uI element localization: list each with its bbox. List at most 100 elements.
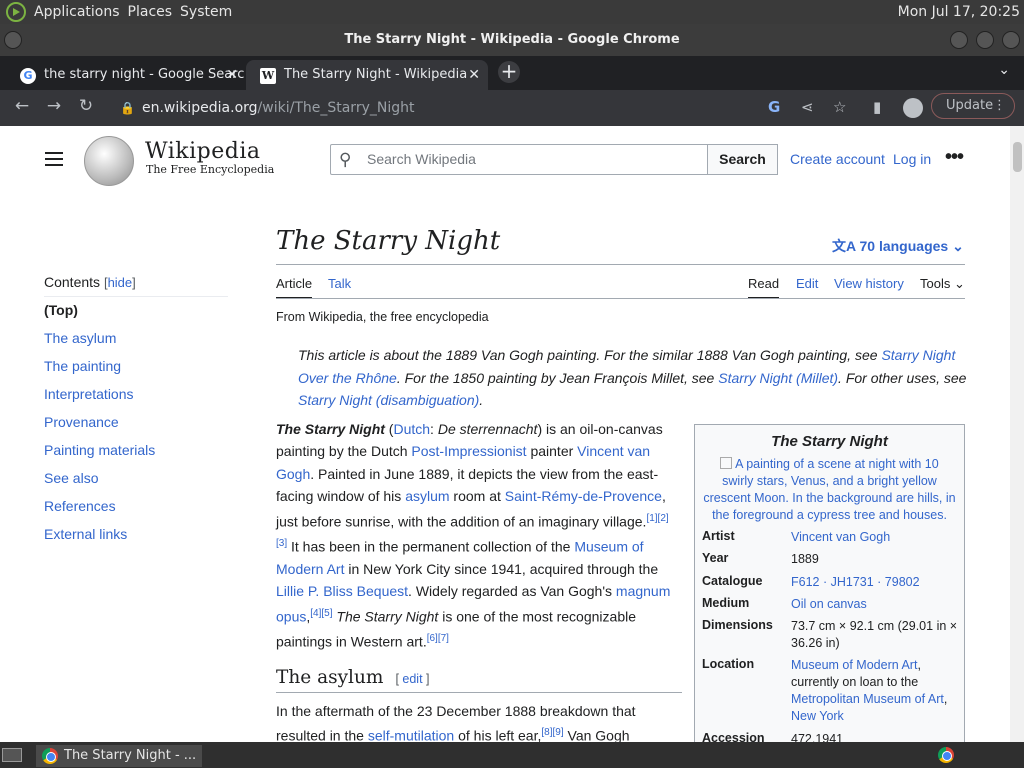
profile-avatar-icon[interactable] (903, 98, 923, 118)
toc-hide-link[interactable]: hide (108, 275, 133, 290)
search-input[interactable]: ⚲ Search Wikipedia (330, 144, 708, 175)
section-edit-link[interactable]: edit (402, 672, 422, 686)
tab-wikipedia[interactable]: W The Starry Night - Wikipedia ✕ (246, 60, 488, 90)
lead-bold-title: The Starry Night (276, 421, 385, 437)
toc-item-the-asylum[interactable]: The asylum (44, 330, 116, 346)
tools-menu[interactable]: Tools ⌄ (920, 276, 965, 292)
show-desktop-icon[interactable] (2, 748, 22, 762)
infobox-value: 1889 (791, 552, 819, 566)
chrome-tray-icon[interactable] (938, 747, 954, 763)
taskbar-chrome-window[interactable]: The Starry Night - ... (36, 745, 202, 767)
infobox-key: Dimensions (702, 618, 773, 632)
distro-logo-icon[interactable] (6, 2, 26, 22)
tab-view-history[interactable]: View history (834, 276, 904, 291)
site-subtitle: From Wikipedia, the free encyclopedia (276, 310, 489, 324)
asylum-link[interactable]: asylum (405, 488, 449, 504)
artist-link[interactable]: Vincent van Gogh (791, 529, 961, 546)
toc-header: Contents [hide] (44, 274, 136, 290)
citation-8-9[interactable]: [8][9] (541, 727, 563, 738)
languages-label: 70 languages (859, 238, 949, 254)
starry-night-millet-link[interactable]: Starry Night (Millet) (718, 370, 838, 386)
location-text: , (943, 692, 948, 706)
infobox-value: 472.1941 (791, 732, 844, 742)
browser-toolbar: ← → ↻ 🔒 en.wikipedia.org/wiki/The_Starry… (0, 90, 1024, 126)
toc-item-top[interactable]: (Top) (44, 302, 78, 318)
met-museum-link[interactable]: Metropolitan Museum of Art (791, 692, 944, 706)
title-divider (276, 264, 965, 265)
applications-menu[interactable]: Applications (34, 4, 128, 20)
taskbar-task-label: The Starry Night - ... (64, 748, 197, 763)
share-icon[interactable]: ⋖ (801, 98, 814, 116)
toc-divider (44, 296, 228, 297)
citation-4-5[interactable]: [4][5] (310, 608, 332, 619)
more-options-icon[interactable]: ••• (945, 146, 964, 169)
system-menu[interactable]: System (180, 4, 240, 20)
hatnote-text: . (479, 392, 484, 408)
catalogue-links[interactable]: F612 · JH1731 · 79802 (791, 574, 961, 591)
close-tab-icon[interactable]: ✕ (468, 60, 480, 90)
tab-article[interactable]: Article (276, 276, 313, 299)
tab-label: the starry night - Google Searc (44, 67, 245, 82)
close-tab-icon[interactable]: ✕ (226, 60, 238, 90)
address-bar[interactable]: 🔒 en.wikipedia.org/wiki/The_Starry_Night (110, 94, 760, 122)
reload-icon[interactable]: ↻ (74, 96, 98, 116)
toc-title: Contents (44, 274, 101, 290)
infobox-image-alt[interactable]: A painting of a scene at night with 10 s… (703, 456, 956, 524)
tab-search-chevron-icon[interactable]: ⌄ (998, 62, 1010, 78)
languages-button[interactable]: 文A 70 languages ⌄ (832, 236, 964, 256)
toc-item-provenance[interactable]: Provenance (44, 414, 119, 430)
tab-read[interactable]: Read (748, 276, 780, 299)
citation-6-7[interactable]: [6][7] (427, 633, 449, 644)
lead-text: painter (526, 443, 578, 460)
side-panel-icon[interactable]: ▮ (873, 98, 881, 116)
google-lens-icon[interactable]: G (768, 98, 780, 116)
minimize-icon[interactable] (950, 31, 968, 49)
vertical-scrollbar[interactable] (1010, 126, 1024, 742)
toc-item-the-painting[interactable]: The painting (44, 358, 121, 374)
toc-item-see-also[interactable]: See also (44, 470, 98, 486)
lock-icon[interactable]: 🔒 (120, 94, 135, 122)
maximize-icon[interactable] (976, 31, 994, 49)
tab-talk[interactable]: Talk (328, 276, 351, 291)
new-york-link[interactable]: New York (791, 709, 844, 723)
disambiguation-link[interactable]: Starry Night (disambiguation) (298, 392, 479, 408)
tab-edit[interactable]: Edit (796, 276, 818, 291)
window-menu-icon[interactable] (4, 31, 22, 49)
wikipedia-wordmark[interactable]: Wikipedia (145, 139, 260, 164)
infobox-title: The Starry Night (771, 433, 888, 450)
self-mutilation-link[interactable]: self-mutilation (368, 728, 454, 742)
toc-item-painting-materials[interactable]: Painting materials (44, 442, 155, 458)
wikipedia-globe-logo[interactable] (84, 136, 134, 186)
infobox-key: Year (702, 551, 729, 565)
places-menu[interactable]: Places (128, 4, 181, 20)
window-title-bar[interactable]: The Starry Night - Wikipedia - Google Ch… (0, 24, 1024, 56)
main-menu-hamburger-icon[interactable] (45, 152, 63, 170)
post-impressionist-link[interactable]: Post-Impressionist (411, 443, 526, 459)
infobox-key: Catalogue (702, 574, 763, 588)
clock[interactable]: Mon Jul 17, 20:25 (898, 4, 1020, 20)
bookmark-star-icon[interactable]: ☆ (833, 98, 846, 116)
close-window-icon[interactable] (1002, 31, 1020, 49)
dutch-link[interactable]: Dutch (393, 421, 430, 437)
hatnote-text: . For other uses, see (838, 369, 967, 386)
toc-item-external-links[interactable]: External links (44, 526, 127, 542)
search-button[interactable]: Search (707, 144, 778, 175)
scrollbar-thumb[interactable] (1013, 142, 1022, 172)
toc-item-references[interactable]: References (44, 498, 116, 514)
back-arrow-icon[interactable]: ← (10, 96, 34, 116)
log-in-link[interactable]: Log in (893, 151, 931, 167)
tab-google-search[interactable]: G the starry night - Google Searc ✕ (0, 60, 246, 90)
web-page: Wikipedia The Free Encyclopedia ⚲ Search… (0, 126, 1024, 742)
new-tab-plus-icon[interactable]: + (498, 61, 520, 83)
create-account-link[interactable]: Create account (790, 151, 885, 167)
bliss-bequest-link[interactable]: Lillie P. Bliss Bequest (276, 583, 408, 599)
moma-link[interactable]: Museum of Modern Art (791, 658, 917, 672)
saint-remy-link[interactable]: Saint-Rémy-de-Provence (505, 488, 662, 504)
infobox-key: Location (702, 657, 755, 671)
forward-arrow-icon[interactable]: → (42, 96, 66, 116)
medium-link[interactable]: Oil on canvas (791, 596, 961, 613)
kebab-menu-icon[interactable]: ⋮ (993, 94, 1006, 118)
update-button[interactable]: Update ⋮ (931, 93, 1015, 119)
hatnote-text: . For the 1850 painting by Jean François… (396, 369, 719, 386)
toc-item-interpretations[interactable]: Interpretations (44, 386, 134, 402)
